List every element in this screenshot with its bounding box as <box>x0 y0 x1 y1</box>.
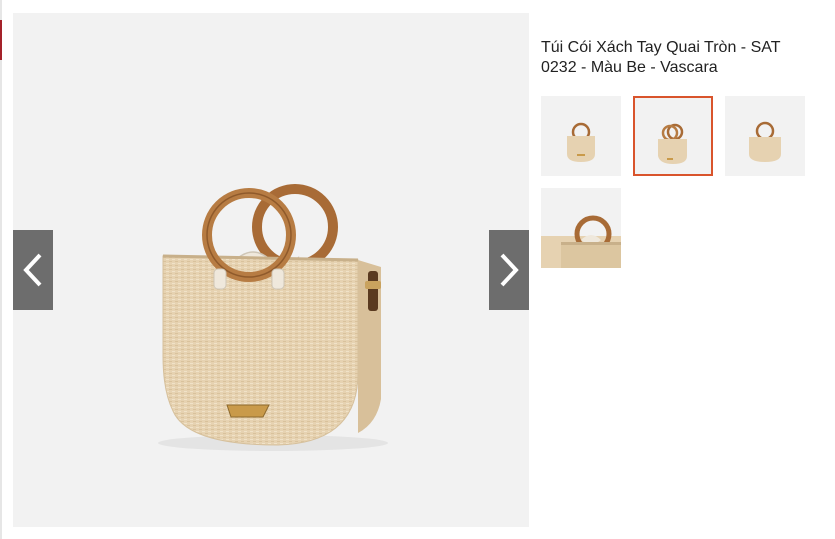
prev-image-button[interactable] <box>13 230 53 310</box>
thumbnail-back[interactable] <box>725 96 805 176</box>
thumbnail-image-handle-detail <box>541 215 621 268</box>
chevron-right-icon <box>500 253 519 287</box>
thumbnail-front[interactable] <box>541 96 621 176</box>
product-title: Túi Cói Xách Tay Quai Tròn - SAT 0232 - … <box>541 39 781 76</box>
thumbnail-three-quarter[interactable] <box>633 96 713 176</box>
thumbnail-image-front <box>567 122 595 162</box>
browser-edge <box>0 0 2 539</box>
thumbnail-handle-detail[interactable] <box>541 188 621 268</box>
next-image-button[interactable] <box>489 230 529 310</box>
product-image-bag <box>158 184 388 451</box>
edge-marker <box>0 20 2 60</box>
thumbnail-image-back <box>749 121 781 162</box>
thumbnail-image-three-quarter <box>658 123 687 164</box>
chevron-left-icon <box>23 253 42 287</box>
main-image-viewer[interactable] <box>13 13 529 527</box>
